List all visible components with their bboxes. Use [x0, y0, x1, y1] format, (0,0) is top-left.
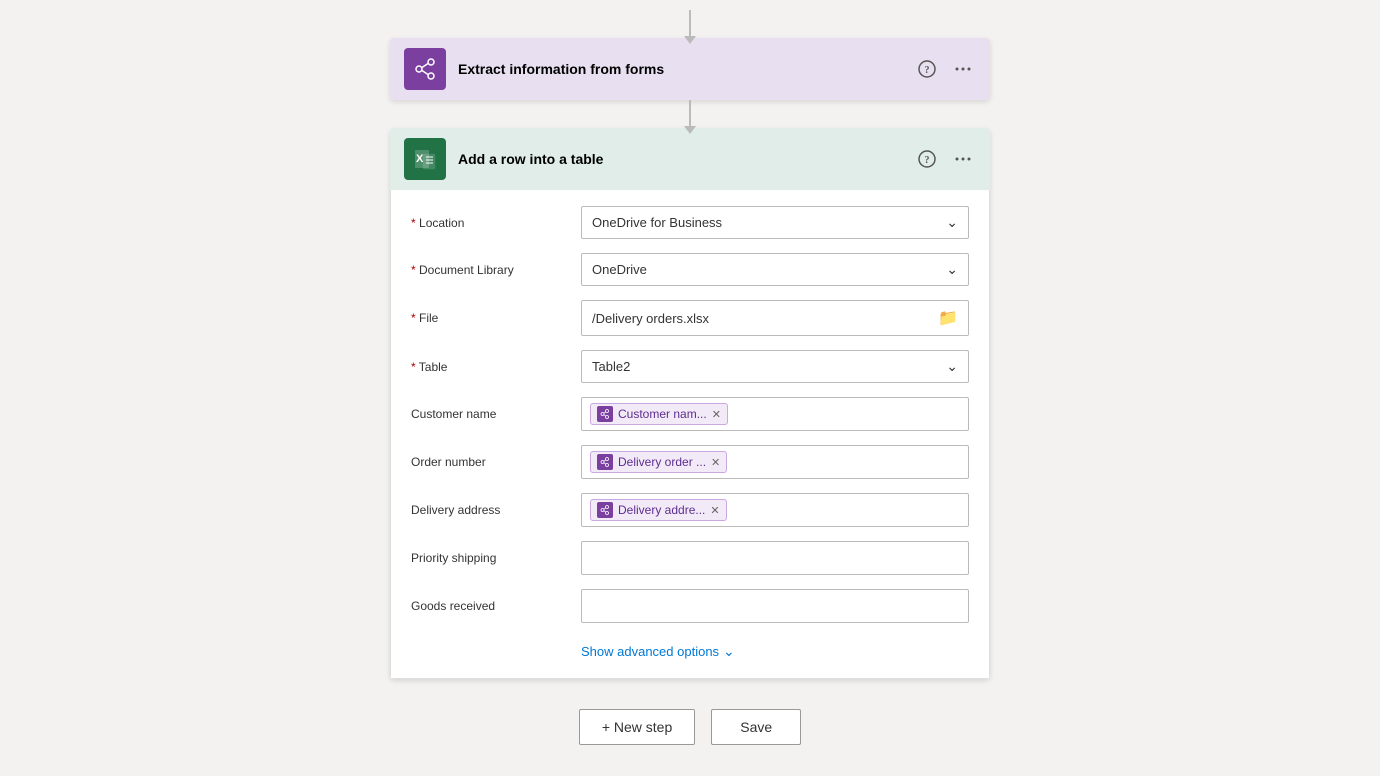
extract-help-button[interactable]: ?	[914, 56, 940, 82]
excel-icon-bg: X	[404, 138, 446, 180]
order-number-row: Order number	[411, 445, 969, 479]
customer-name-tag-field[interactable]: Customer nam... ✕	[581, 397, 969, 431]
delivery-address-control: Delivery addre... ✕	[581, 493, 969, 527]
order-number-control: Delivery order ... ✕	[581, 445, 969, 479]
goods-received-label: Goods received	[411, 599, 581, 613]
document-library-value: OneDrive	[592, 262, 647, 277]
location-row: Location OneDrive for Business ⌄	[411, 206, 969, 239]
goods-received-control	[581, 589, 969, 623]
order-number-label: Order number	[411, 455, 581, 469]
file-picker[interactable]: /Delivery orders.xlsx 📁	[581, 300, 969, 336]
delivery-address-label: Delivery address	[411, 503, 581, 517]
goods-received-input[interactable]	[581, 589, 969, 623]
delivery-address-tag-text: Delivery addre...	[618, 503, 705, 517]
customer-name-control: Customer nam... ✕	[581, 397, 969, 431]
help-icon: ?	[918, 60, 936, 78]
customer-name-label: Customer name	[411, 407, 581, 421]
extract-step-card: Extract information from forms ?	[390, 38, 990, 100]
connector-arrow-top	[689, 10, 691, 38]
excel-more-button[interactable]	[950, 146, 976, 172]
extract-step-actions: ?	[914, 56, 976, 82]
document-library-label: Document Library	[411, 263, 581, 277]
excel-step-header: X Add a row into a table ?	[390, 128, 990, 190]
delivery-address-remove-button[interactable]: ✕	[710, 504, 719, 517]
customer-name-remove-button[interactable]: ✕	[712, 408, 721, 421]
excel-step-body: Location OneDrive for Business ⌄ Documen…	[390, 190, 990, 679]
file-value: /Delivery orders.xlsx	[592, 311, 709, 326]
priority-shipping-input[interactable]	[581, 541, 969, 575]
new-step-button[interactable]: + New step	[579, 709, 695, 745]
customer-name-row: Customer name	[411, 397, 969, 431]
extract-more-button[interactable]	[950, 56, 976, 82]
excel-step-actions: ?	[914, 146, 976, 172]
extract-icon-bg	[404, 48, 446, 90]
priority-shipping-row: Priority shipping	[411, 541, 969, 575]
customer-name-tag-icon	[597, 406, 613, 422]
table-control: Table2 ⌄	[581, 350, 969, 383]
order-number-tag-field[interactable]: Delivery order ... ✕	[581, 445, 969, 479]
location-value: OneDrive for Business	[592, 215, 722, 230]
table-value: Table2	[592, 359, 630, 374]
document-library-dropdown[interactable]: OneDrive ⌄	[581, 253, 969, 286]
location-label: Location	[411, 216, 581, 230]
svg-text:?: ?	[925, 65, 930, 76]
show-advanced-chevron-icon: ⌄	[723, 643, 735, 660]
excel-step-title: Add a row into a table	[458, 151, 914, 167]
folder-icon: 📁	[938, 308, 958, 328]
delivery-address-tag-icon	[597, 502, 613, 518]
extract-step-icon	[412, 56, 438, 82]
svg-text:?: ?	[925, 155, 930, 166]
table-dropdown[interactable]: Table2 ⌄	[581, 350, 969, 383]
file-row: File /Delivery orders.xlsx 📁	[411, 300, 969, 336]
order-number-remove-button[interactable]: ✕	[711, 456, 720, 469]
advanced-options-row: Show advanced options ⌄	[411, 637, 969, 662]
bottom-actions: + New step Save	[579, 709, 801, 745]
document-library-control: OneDrive ⌄	[581, 253, 969, 286]
excel-step-card: X Add a row into a table ?	[390, 128, 990, 679]
location-chevron-icon: ⌄	[946, 214, 958, 231]
goods-received-row: Goods received	[411, 589, 969, 623]
delivery-address-tag: Delivery addre... ✕	[590, 499, 727, 521]
show-advanced-options-button[interactable]: Show advanced options ⌄	[581, 637, 735, 662]
priority-shipping-control	[581, 541, 969, 575]
extract-step-title: Extract information from forms	[458, 61, 914, 77]
excel-step-icon: X	[412, 146, 438, 172]
table-chevron-icon: ⌄	[946, 358, 958, 375]
file-control: /Delivery orders.xlsx 📁	[581, 300, 969, 336]
location-dropdown[interactable]: OneDrive for Business ⌄	[581, 206, 969, 239]
connector-arrow-middle	[689, 100, 691, 128]
file-label: File	[411, 311, 581, 325]
help-icon-2: ?	[918, 150, 936, 168]
priority-shipping-label: Priority shipping	[411, 551, 581, 565]
order-number-tag-icon	[597, 454, 613, 470]
location-control: OneDrive for Business ⌄	[581, 206, 969, 239]
extract-step-header: Extract information from forms ?	[390, 38, 990, 100]
save-button[interactable]: Save	[711, 709, 801, 745]
ellipsis-icon-2	[954, 150, 972, 168]
customer-name-tag: Customer nam... ✕	[590, 403, 728, 425]
show-advanced-label: Show advanced options	[581, 644, 719, 659]
order-number-tag: Delivery order ... ✕	[590, 451, 727, 473]
flow-container: Extract information from forms ?	[380, 10, 1000, 745]
table-row: Table Table2 ⌄	[411, 350, 969, 383]
delivery-address-tag-field[interactable]: Delivery addre... ✕	[581, 493, 969, 527]
excel-help-button[interactable]: ?	[914, 146, 940, 172]
ellipsis-icon	[954, 60, 972, 78]
order-number-tag-text: Delivery order ...	[618, 455, 706, 469]
delivery-address-row: Delivery address	[411, 493, 969, 527]
customer-name-tag-text: Customer nam...	[618, 407, 707, 421]
document-library-chevron-icon: ⌄	[946, 261, 958, 278]
table-label: Table	[411, 360, 581, 374]
document-library-row: Document Library OneDrive ⌄	[411, 253, 969, 286]
